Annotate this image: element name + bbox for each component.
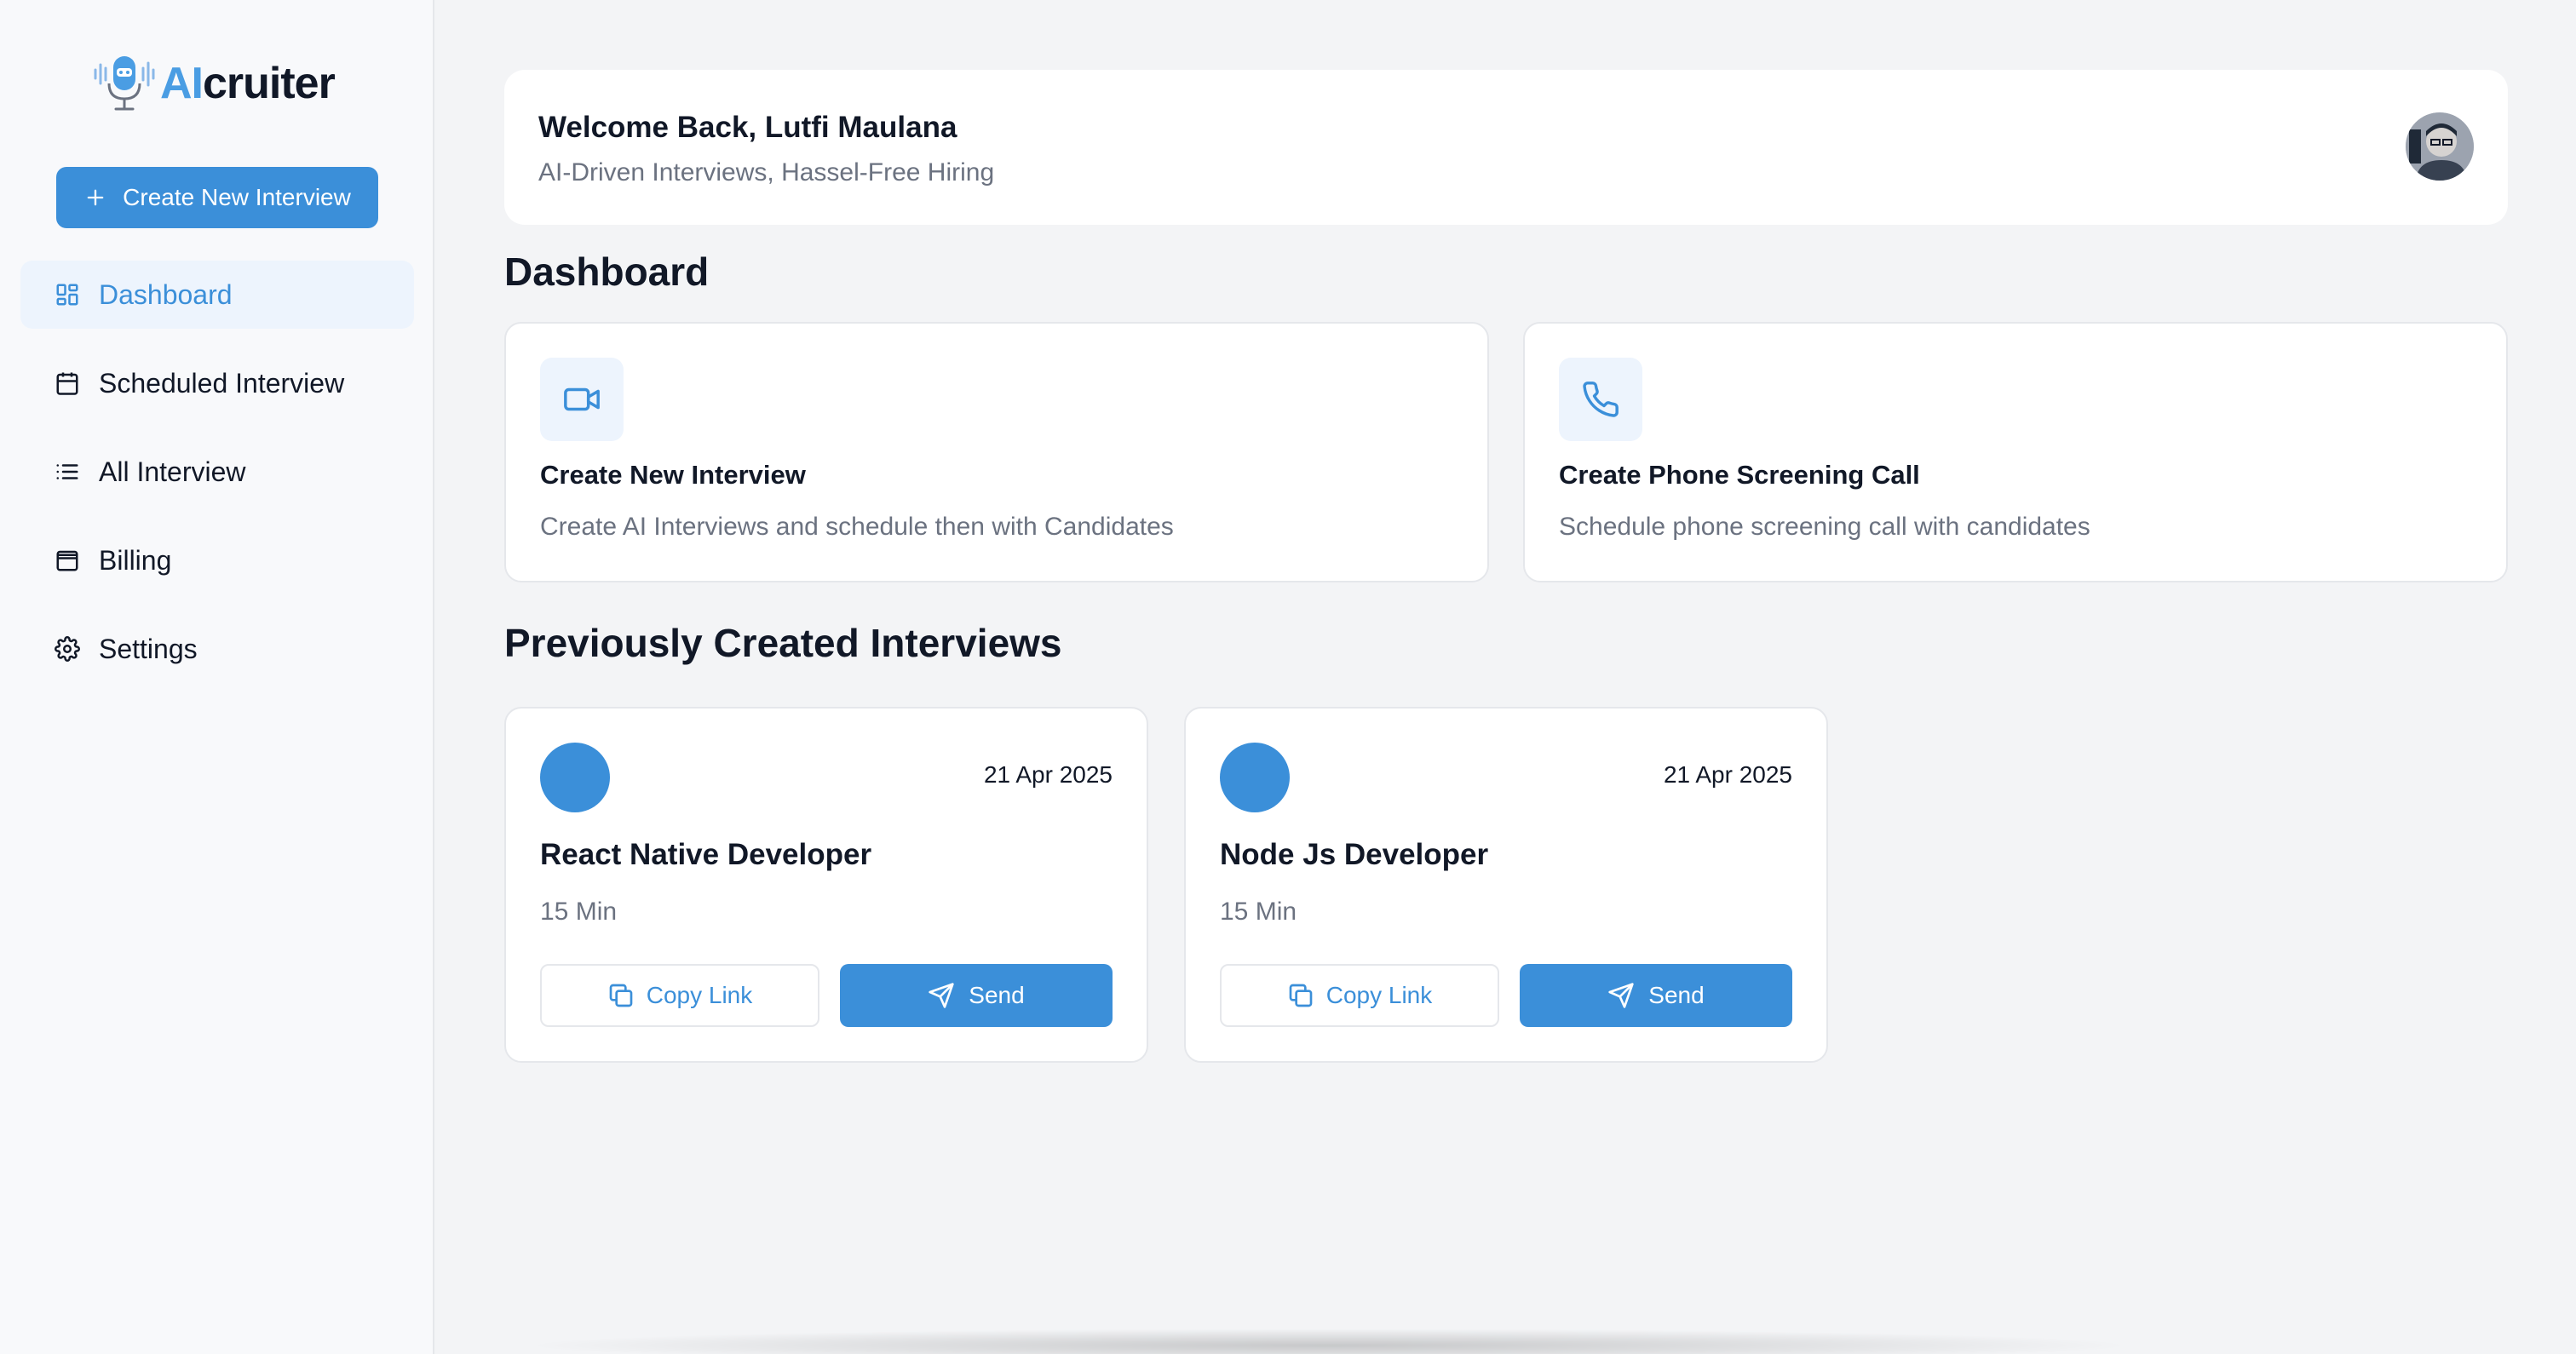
sidebar-item-label: Scheduled Interview [99,367,345,399]
sidebar-item-label: Dashboard [99,278,233,310]
sidebar-item-label: Settings [99,633,198,664]
sidebar: AIcruiter Create New Interview Dashboard… [0,0,434,1354]
calendar-icon [56,372,78,395]
action-description: Schedule phone screening call with candi… [1559,513,2090,541]
video-icon-container [540,358,624,441]
phone-icon-container [1559,358,1642,441]
phone-icon [1583,382,1619,417]
phone-screening-card[interactable]: Create Phone Screening Call Schedule pho… [1523,322,2508,582]
welcome-subtitle: AI-Driven Interviews, Hassel-Free Hiring [538,158,995,186]
list-icon [56,464,78,479]
brand-rest: cruiter [203,59,336,108]
create-new-interview-button[interactable]: Create New Interview [56,167,378,228]
video-icon [564,387,600,411]
action-title: Create New Interview [540,460,806,490]
sidebar-nav: Dashboard Scheduled Interview All Interv… [20,261,414,703]
create-interview-card[interactable]: Create New Interview Create AI Interview… [504,322,1489,582]
welcome-card: Welcome Back, Lutfi Maulana AI-Driven In… [504,70,2508,225]
welcome-title: Welcome Back, Lutfi Maulana [538,111,957,144]
interview-title: React Native Developer [540,838,872,871]
sidebar-item-settings[interactable]: Settings [20,615,414,683]
interview-avatar-dot [1220,743,1290,812]
interview-title: Node Js Developer [1220,838,1489,871]
dashboard-title: Dashboard [504,250,710,294]
interview-duration: 15 Min [1220,898,1297,926]
copy-link-button[interactable]: Copy Link [1220,964,1499,1027]
microphone-icon [92,53,157,114]
bottom-shadow [520,1328,2138,1354]
send-icon [929,983,954,1008]
brand-name: AIcruiter [160,58,336,109]
copy-icon [1289,984,1313,1007]
copy-icon [609,984,633,1007]
copy-link-button[interactable]: Copy Link [540,964,819,1027]
main-content: Welcome Back, Lutfi Maulana AI-Driven In… [434,0,2576,1354]
create-button-label: Create New Interview [123,184,351,210]
sidebar-item-all-interview[interactable]: All Interview [20,438,414,506]
interview-avatar-dot [540,743,610,812]
sidebar-item-scheduled-interview[interactable]: Scheduled Interview [20,349,414,417]
send-label: Send [969,982,1025,1008]
send-button[interactable]: Send [840,964,1113,1027]
previous-interviews-title: Previously Created Interviews [504,621,1062,665]
interview-card: 21 Apr 2025 Node Js Developer 15 Min Cop… [1184,707,1828,1063]
send-label: Send [1648,982,1705,1008]
sidebar-item-label: All Interview [99,456,246,487]
interview-date: 21 Apr 2025 [1663,761,1792,788]
interview-card: 21 Apr 2025 React Native Developer 15 Mi… [504,707,1148,1063]
sidebar-item-dashboard[interactable]: Dashboard [20,261,414,329]
interview-duration: 15 Min [540,898,618,926]
brand-ai: AI [160,59,204,108]
dashboard-icon [56,284,78,306]
interview-actions: Copy Link Send [1220,964,1792,1027]
sidebar-item-billing[interactable]: Billing [20,526,414,594]
send-button[interactable]: Send [1520,964,1792,1027]
logo[interactable]: AIcruiter [92,49,433,118]
sidebar-item-label: Billing [99,544,172,576]
interview-actions: Copy Link Send [540,964,1113,1027]
send-icon [1608,983,1634,1008]
copy-link-label: Copy Link [646,982,753,1008]
avatar[interactable] [2406,112,2474,181]
copy-link-label: Copy Link [1325,982,1433,1008]
app: AIcruiter Create New Interview Dashboard… [0,0,2576,1354]
interview-date: 21 Apr 2025 [983,761,1113,788]
wallet-icon [56,550,78,571]
gear-icon [55,636,80,662]
action-title: Create Phone Screening Call [1559,460,1920,490]
plus-icon [87,189,104,206]
action-description: Create AI Interviews and schedule then w… [540,513,1174,541]
